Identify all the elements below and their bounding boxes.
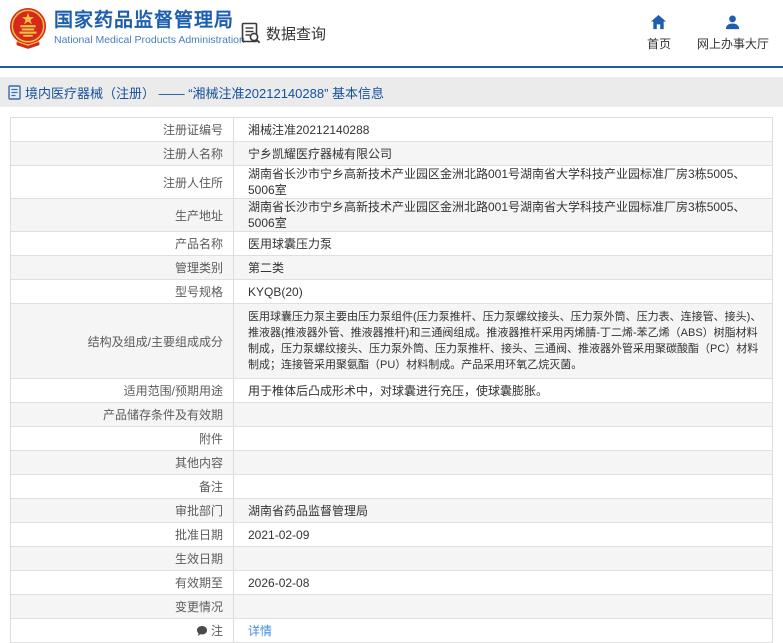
table-row: 适用范围/预期用途 用于椎体后凸成形术中，对球囊进行充压，使球囊膨胀。 — [11, 379, 772, 403]
note-detail-link[interactable]: 详情 — [248, 623, 272, 639]
info-table: 注册证编号 湘械注准20212140288 注册人名称 宁乡凯耀医疗器械有限公司… — [10, 117, 773, 643]
table-row: 批准日期 2021-02-09 — [11, 523, 772, 547]
row-label-text: 附件 — [198, 432, 223, 446]
row-value: 医用球囊压力泵主要由压力泵组件(压力泵推杆、压力泵螺纹接头、压力泵外筒、压力表、… — [248, 311, 762, 371]
row-label: 结构及组成/主要组成成分 — [11, 304, 234, 378]
row-label-text: 生产地址 — [174, 208, 223, 223]
row-label-text: 适用范围/预期用途 — [123, 384, 223, 398]
nav-home[interactable]: 首页 — [647, 14, 671, 52]
row-value: 详情 — [234, 619, 772, 642]
row-label: 适用范围/预期用途 — [11, 379, 234, 402]
table-row: 注册人住所 湖南省长沙市宁乡高新技术产业园区金洲北路001号湖南省大学科技产业园… — [11, 166, 772, 199]
home-icon — [651, 14, 667, 30]
row-label-text: 注册人名称 — [162, 147, 223, 161]
document-search-icon — [241, 22, 261, 44]
row-value: 湖南省药品监督管理局 — [248, 503, 369, 518]
row-label-text: 注 — [210, 624, 223, 638]
row-label-text: 审批部门 — [174, 504, 223, 518]
comment-icon — [196, 625, 208, 637]
row-label: 型号规格 — [11, 280, 234, 303]
row-label-text: 其他内容 — [174, 456, 223, 470]
row-value: 湖南省长沙市宁乡高新技术产业园区金洲北路001号湖南省大学科技产业园标准厂房3栋… — [248, 200, 746, 230]
row-label-text: 产品名称 — [174, 237, 223, 251]
row-label: 注 — [11, 619, 234, 642]
table-row: 注册人名称 宁乡凯耀医疗器械有限公司 — [11, 142, 772, 166]
row-label-text: 型号规格 — [174, 285, 223, 299]
row-value — [234, 547, 772, 570]
table-row: 其他内容 — [11, 451, 772, 475]
user-icon — [726, 15, 740, 30]
table-row: 备注 — [11, 475, 772, 499]
row-value — [234, 427, 772, 450]
row-label-text: 生效日期 — [174, 552, 223, 566]
row-label: 备注 — [11, 475, 234, 498]
table-row: 生产地址 湖南省长沙市宁乡高新技术产业园区金洲北路001号湖南省大学科技产业园标… — [11, 199, 772, 232]
breadcrumb: 境内医疗器械（注册） —— “湘械注准20212140288” 基本信息 — [25, 85, 385, 101]
row-value — [234, 595, 772, 618]
table-row: 型号规格 KYQB(20) — [11, 280, 772, 304]
row-label: 生产地址 — [11, 199, 234, 231]
row-label-text: 产品储存条件及有效期 — [102, 408, 223, 422]
document-icon — [8, 84, 21, 100]
table-row: 结构及组成/主要组成成分 医用球囊压力泵主要由压力泵组件(压力泵推杆、压力泵螺纹… — [11, 304, 772, 379]
nmpa-logo[interactable]: 国家药品监督管理局 National Medical Products Admi… — [9, 7, 245, 49]
row-label: 注册人名称 — [11, 142, 234, 165]
table-row: 管理类别 第二类 — [11, 256, 772, 280]
row-value — [234, 475, 772, 498]
row-value: 湘械注准20212140288 — [248, 122, 370, 137]
row-value: 用于椎体后凸成形术中，对球囊进行充压，使球囊膨胀。 — [248, 383, 549, 398]
table-row: 有效期至 2026-02-08 — [11, 571, 772, 595]
nav-data-query[interactable]: 数据查询 — [241, 22, 326, 44]
row-value — [234, 451, 772, 474]
data-query-label: 数据查询 — [266, 25, 327, 43]
nav-home-label: 首页 — [646, 37, 671, 51]
row-label-text: 管理类别 — [174, 261, 223, 275]
row-label: 产品储存条件及有效期 — [11, 403, 234, 426]
row-value: 医用球囊压力泵 — [248, 236, 333, 251]
table-row: 注册证编号 湘械注准20212140288 — [11, 118, 772, 142]
table-row: 生效日期 — [11, 547, 772, 571]
row-label: 审批部门 — [11, 499, 234, 522]
nav-hall-label: 网上办事大厅 — [696, 37, 769, 51]
nav-online-hall[interactable]: 网上办事大厅 — [697, 14, 769, 52]
row-value: 宁乡凯耀医疗器械有限公司 — [248, 146, 393, 161]
table-row: 注 详情 — [11, 619, 772, 643]
row-value: 湖南省长沙市宁乡高新技术产业园区金洲北路001号湖南省大学科技产业园标准厂房3栋… — [248, 167, 746, 197]
row-label-text: 变更情况 — [174, 600, 223, 614]
row-label: 有效期至 — [11, 571, 234, 594]
row-value: 第二类 — [248, 260, 285, 275]
row-label-text: 批准日期 — [174, 528, 223, 542]
logo-text: 国家药品监督管理局 National Medical Products Admi… — [54, 9, 245, 47]
site-subtitle: National Medical Products Administration — [54, 34, 245, 46]
row-value: 2026-02-08 — [248, 575, 310, 590]
breadcrumb-bar: 境内医疗器械（注册） —— “湘械注准20212140288” 基本信息 — [0, 77, 783, 107]
row-value: KYQB(20) — [248, 284, 303, 299]
row-label-text: 有效期至 — [174, 576, 223, 590]
row-label: 生效日期 — [11, 547, 234, 570]
site-header: 国家药品监督管理局 National Medical Products Admi… — [0, 0, 783, 68]
row-label: 管理类别 — [11, 256, 234, 279]
table-row: 变更情况 — [11, 595, 772, 619]
row-label-text: 备注 — [198, 480, 223, 494]
row-value — [234, 403, 772, 426]
table-row: 产品名称 医用球囊压力泵 — [11, 232, 772, 256]
row-label: 产品名称 — [11, 232, 234, 255]
row-label: 其他内容 — [11, 451, 234, 474]
table-row: 产品储存条件及有效期 — [11, 403, 772, 427]
table-row: 附件 — [11, 427, 772, 451]
header-nav: 首页 网上办事大厅 — [647, 14, 769, 52]
national-emblem-icon — [9, 8, 47, 49]
row-value: 2021-02-09 — [248, 527, 310, 542]
row-label-text: 注册人住所 — [162, 175, 223, 190]
row-label: 变更情况 — [11, 595, 234, 618]
row-label: 注册人住所 — [11, 166, 234, 198]
row-label: 注册证编号 — [11, 118, 234, 141]
row-label-text: 结构及组成/主要组成成分 — [87, 334, 223, 349]
row-label: 附件 — [11, 427, 234, 450]
table-row: 审批部门 湖南省药品监督管理局 — [11, 499, 772, 523]
site-title: 国家药品监督管理局 — [54, 10, 235, 31]
row-label-text: 注册证编号 — [162, 123, 223, 137]
row-label: 批准日期 — [11, 523, 234, 546]
